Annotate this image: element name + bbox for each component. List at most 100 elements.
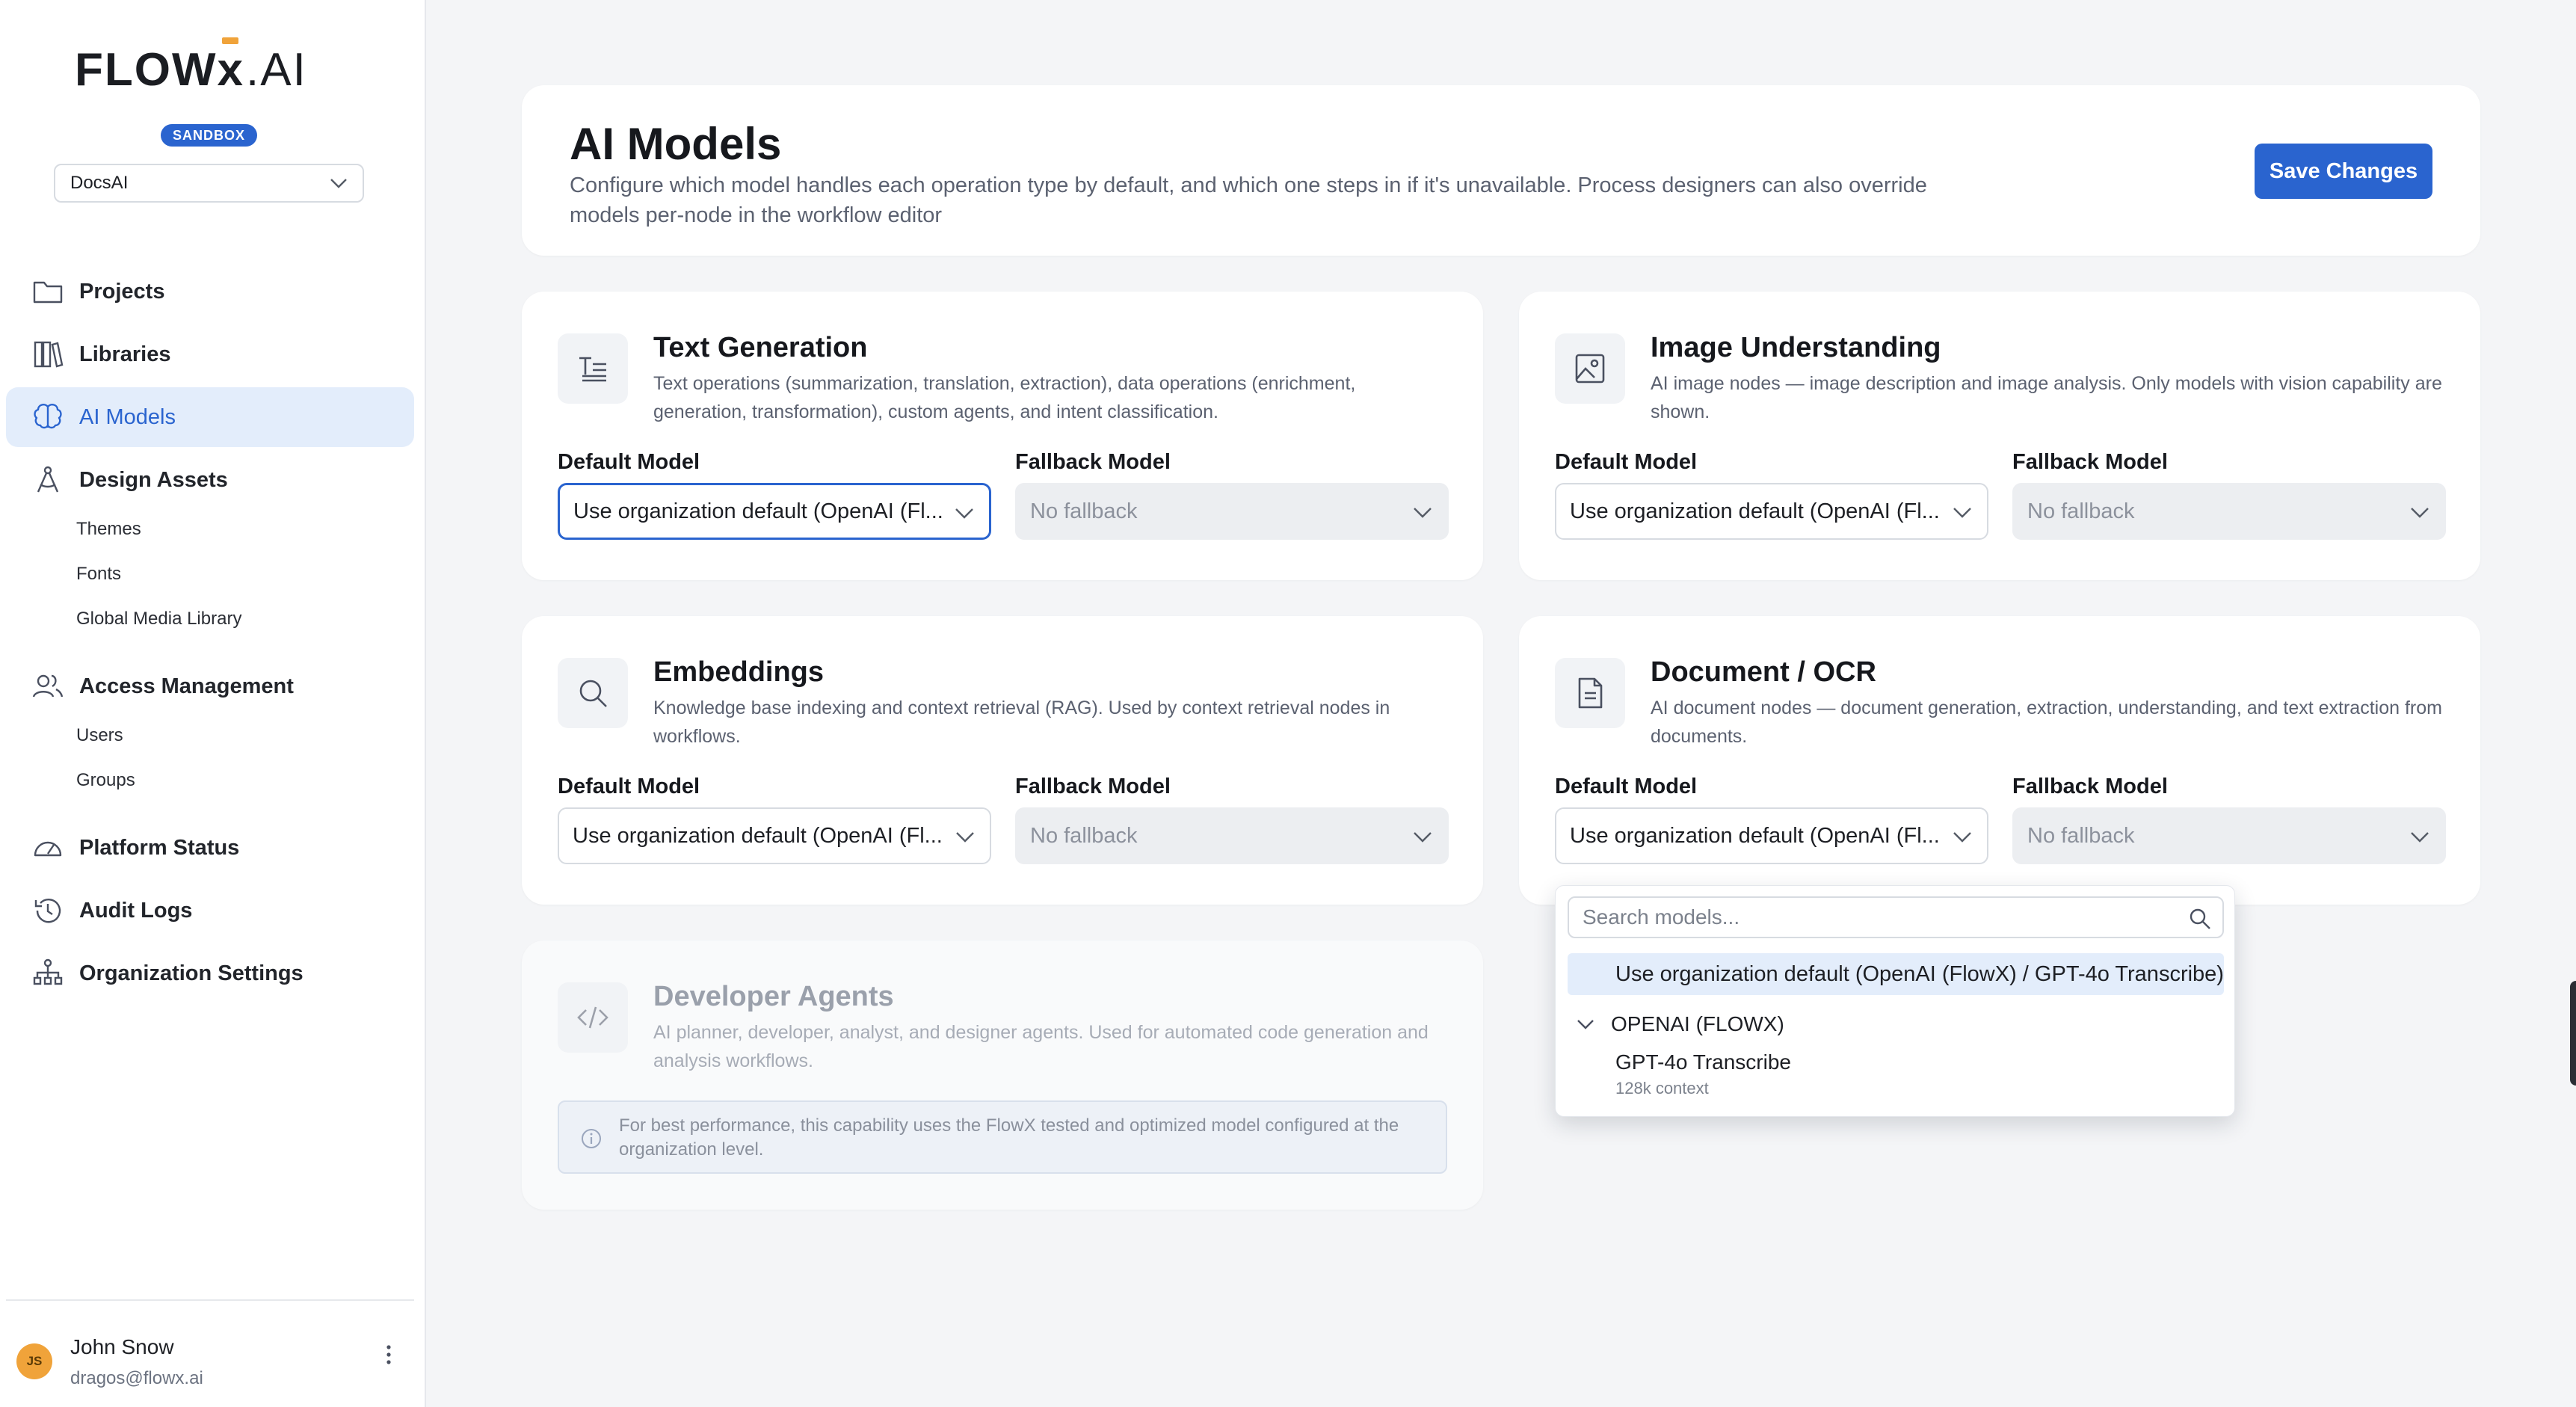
default-model-select[interactable]: Use organization default (OpenAI (Fl...: [1555, 807, 1988, 864]
fallback-model-label: Fallback Model: [1015, 450, 1171, 474]
sidebar-item-libraries[interactable]: Libraries: [6, 324, 414, 384]
fallback-model-select[interactable]: No fallback: [1015, 483, 1449, 540]
capability-description: Knowledge base indexing and context retr…: [653, 698, 1390, 747]
history-icon: [34, 899, 61, 923]
sidebar-item-design-assets[interactable]: Design Assets: [6, 450, 414, 510]
code-icon: [577, 1006, 608, 1029]
sidebar-item-audit-logs[interactable]: Audit Logs: [6, 881, 414, 940]
page-description: Configure which model handles each opera…: [570, 173, 1927, 227]
search-icon: [2190, 908, 2210, 929]
environment-badge: SANDBOX: [161, 124, 258, 147]
chevron-down-icon: [955, 508, 973, 519]
compass-icon: [37, 466, 59, 493]
model-search-field[interactable]: [1568, 896, 2224, 938]
sidebar-subitem-groups[interactable]: Groups: [76, 770, 135, 791]
capability-icon-box: [558, 658, 628, 728]
avatar[interactable]: JS: [16, 1343, 52, 1379]
sidebar-subitem-fonts[interactable]: Fonts: [76, 564, 121, 585]
dropdown-group-openai[interactable]: OPENAI (FLOWX): [1568, 1006, 1784, 1043]
sidebar-item-label: Design Assets: [79, 467, 228, 492]
model-search-input[interactable]: [1571, 899, 2169, 935]
fallback-model-label: Fallback Model: [1015, 775, 1171, 798]
sidebar-item-organization-settings[interactable]: Organization Settings: [6, 943, 414, 1003]
sidebar-item-label: Audit Logs: [79, 898, 193, 923]
default-model-select[interactable]: Use organization default (OpenAI (Fl...: [558, 483, 991, 540]
workspace-select-value: DocsAI: [70, 173, 129, 193]
fallback-model-label: Fallback Model: [2012, 450, 2168, 474]
chevron-down-icon: [2411, 508, 2429, 518]
sidebar-subitem-global-media-library[interactable]: Global Media Library: [76, 609, 241, 629]
fallback-model-select[interactable]: No fallback: [1015, 807, 1449, 864]
dropdown-option-model[interactable]: GPT-4o Transcribe 128k context: [1615, 1050, 1791, 1098]
workspace-select[interactable]: DocsAI: [54, 164, 364, 203]
default-model-label: Default Model: [1555, 775, 1698, 798]
sidebar-item-label: Projects: [79, 279, 165, 304]
default-model-label: Default Model: [1555, 450, 1698, 474]
info-text: For best performance, this capability us…: [619, 1115, 1399, 1160]
capability-icon-box: [1555, 658, 1625, 728]
user-name: John Snow: [70, 1335, 174, 1358]
sidebar-item-label: Organization Settings: [79, 961, 303, 985]
brain-icon: [34, 404, 62, 429]
select-value: Use organization default (OpenAI (Fl...: [1570, 499, 1940, 523]
more-vertical-icon[interactable]: [380, 1340, 398, 1370]
divider: [6, 1299, 414, 1301]
select-value: Use organization default (OpenAI (Fl...: [573, 823, 943, 848]
document-icon: [1578, 677, 1603, 709]
chevron-down-icon: [1953, 832, 1971, 843]
logo-text: FLOW: [75, 43, 218, 96]
flowx-logo[interactable]: FLOW x .AI: [75, 37, 307, 96]
chevron-down-icon: [1953, 508, 1971, 518]
select-value: Use organization default (OpenAI (Fl...: [1570, 823, 1940, 848]
capability-description: Text operations (summarization, translat…: [653, 373, 1356, 422]
chevron-down-icon: [956, 832, 974, 843]
capability-card-document-ocr: Document / OCR AI document nodes — docum…: [1519, 616, 2480, 905]
fallback-model-select[interactable]: No fallback: [2012, 807, 2446, 864]
save-changes-button[interactable]: Save Changes: [2255, 144, 2432, 199]
sidebar-item-label: Platform Status: [79, 835, 240, 860]
capability-title: Text Generation: [653, 332, 868, 363]
capability-description: AI document nodes — document generation,…: [1651, 698, 2442, 747]
text-lines-icon: [579, 357, 606, 382]
folder-icon: [33, 281, 63, 304]
image-icon: [1575, 354, 1605, 384]
sidebar-item-ai-models[interactable]: AI Models: [6, 387, 414, 447]
capability-description: AI planner, developer, analyst, and desi…: [653, 1022, 1429, 1071]
chevron-down-icon: [1414, 508, 1432, 518]
capability-icon-box: [558, 333, 628, 404]
select-value: No fallback: [2027, 499, 2135, 523]
sidebar-item-access-management[interactable]: Access Management: [6, 656, 414, 716]
capability-icon-box: [1555, 333, 1625, 404]
select-value: Use organization default (OpenAI (Fl...: [573, 499, 943, 523]
sidebar-subitem-themes[interactable]: Themes: [76, 519, 141, 540]
model-context-size: 128k context: [1615, 1079, 1709, 1097]
fallback-model-label: Fallback Model: [2012, 775, 2168, 798]
logo-ai: .AI: [245, 43, 307, 96]
sidebar-subitem-users[interactable]: Users: [76, 725, 123, 746]
capability-title: Document / OCR: [1651, 656, 1876, 688]
gauge-icon: [34, 841, 62, 857]
page-header-card: AI Models Configure which model handles …: [522, 85, 2480, 256]
capability-title: Embeddings: [653, 656, 825, 688]
chevron-down-icon: [1414, 832, 1432, 843]
default-model-select[interactable]: Use organization default (OpenAI (Fl...: [1555, 483, 1988, 540]
sidebar-item-projects[interactable]: Projects: [6, 262, 414, 321]
capability-card-text-generation: Text Generation Text operations (summari…: [522, 292, 1483, 580]
chevron-down-icon: [2411, 832, 2429, 843]
select-value: No fallback: [1030, 499, 1138, 523]
info-notice: For best performance, this capability us…: [558, 1100, 1447, 1174]
default-model-select[interactable]: Use organization default (OpenAI (Fl...: [558, 807, 991, 864]
books-icon: [34, 341, 64, 368]
dropdown-option-org-default[interactable]: Use organization default (OpenAI (FlowX)…: [1568, 953, 2224, 995]
chevron-down-icon: [1577, 1020, 1594, 1029]
side-panel-handle[interactable]: [2570, 981, 2576, 1086]
capability-icon-box: [558, 982, 628, 1053]
capability-card-image-understanding: Image Understanding AI image nodes — ima…: [1519, 292, 2480, 580]
sidebar-item-platform-status[interactable]: Platform Status: [6, 818, 414, 878]
sidebar: FLOW x .AI SANDBOX DocsAI Projects Librari…: [0, 0, 426, 1407]
fallback-model-select[interactable]: No fallback: [2012, 483, 2446, 540]
sidebar-item-label: AI Models: [79, 404, 176, 429]
search-icon: [579, 680, 607, 707]
capability-card-developer-agents: Developer Agents AI planner, developer, …: [522, 940, 1483, 1210]
chevron-down-icon: [330, 179, 347, 188]
